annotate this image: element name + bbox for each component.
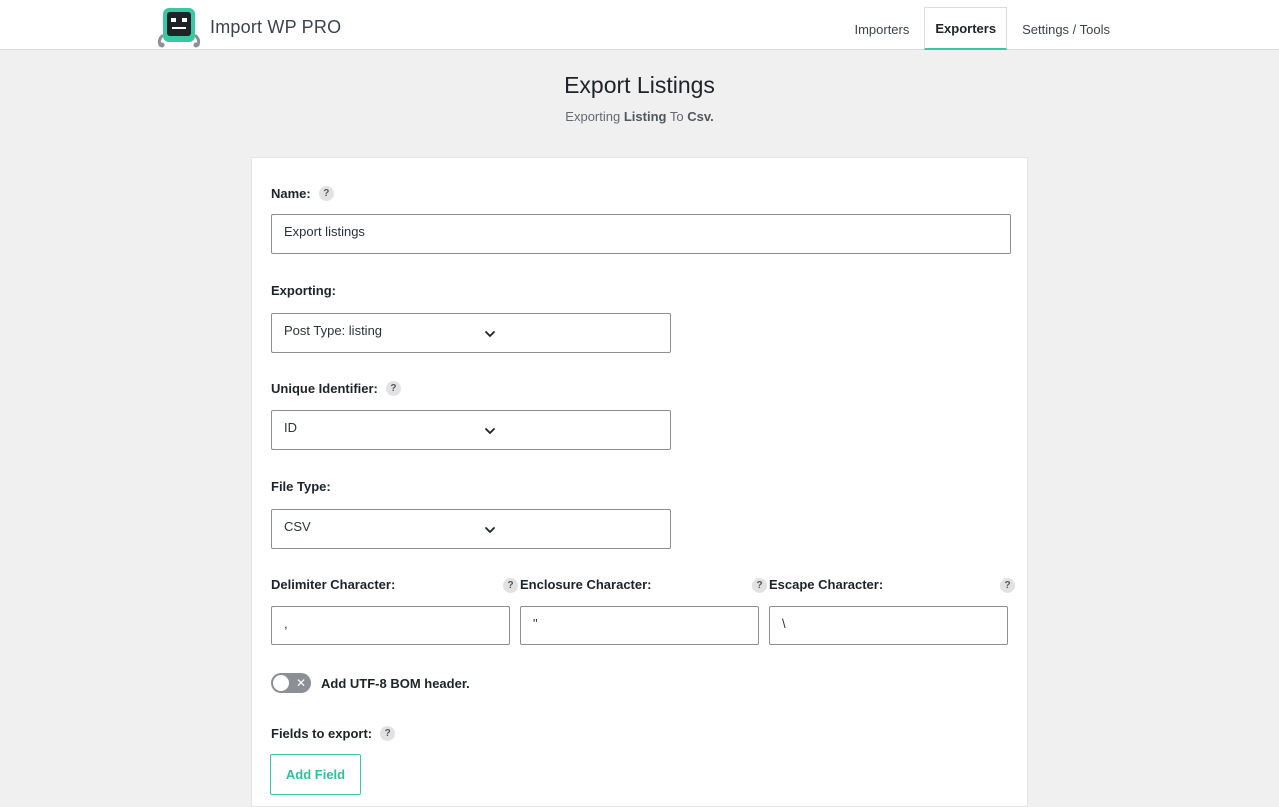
bom-label-text: Add UTF-8 BOM header. [321,676,470,691]
delimiter-help-icon[interactable]: ? [503,578,518,593]
escape-input-value: \ [782,616,786,631]
unique-identifier-label-text: Unique Identifier: [271,381,378,396]
file-type-label: File Type: [271,479,331,494]
enclosure-label-text: Enclosure Character: [520,577,652,592]
file-type-select-value: CSV [284,519,311,534]
page-title: Export Listings [564,72,715,98]
escape-help-icon[interactable]: ? [1000,578,1015,593]
enclosure-input-value: " [533,616,538,631]
escape-input[interactable]: \ [769,606,1008,645]
fields-to-export-label-text: Fields to export: [271,726,373,741]
escape-label-text: Escape Character: [769,577,884,592]
brand[interactable]: Import WP PRO [156,6,341,48]
unique-identifier-select-value: ID [284,420,297,435]
delimiter-label-text: Delimiter Character: [271,577,396,592]
fields-help-icon[interactable]: ? [380,726,396,741]
unique-identifier-help-icon[interactable]: ? [385,381,401,396]
file-type-select[interactable]: CSV [271,509,671,549]
subtitle-entity: Listing [623,109,667,124]
nav-settings-tools[interactable]: Settings / Tools [1011,7,1121,50]
nav-importers[interactable]: Importers [843,7,920,50]
export-form-card: Name: ? Export listings Exporting: Post … [251,157,1028,807]
delimiter-input-value: , [284,616,288,631]
exporting-select-value: Post Type: listing [284,323,383,338]
name-input[interactable]: Export listings [271,214,1011,254]
name-label-text: Name: [271,186,311,201]
chevron-down-icon [485,527,495,533]
exporting-select[interactable]: Post Type: listing [271,313,671,353]
enclosure-input[interactable]: " [520,606,759,645]
enclosure-label: Enclosure Character: [520,577,652,592]
name-help-icon[interactable]: ? [318,186,334,201]
page-subtitle: Exporting Listing To Csv. [0,109,1279,124]
toggle-knob [273,675,289,691]
exporting-label-text: Exporting: [271,283,336,298]
subtitle-prefix: Exporting [565,109,621,124]
subtitle-format: Csv. [687,109,714,124]
delimiter-label: Delimiter Character: [271,577,395,592]
file-type-label-text: File Type: [271,479,331,494]
robot-icon [156,6,202,48]
unique-identifier-label: Unique Identifier: ? [271,381,401,396]
nav-exporters[interactable]: Exporters [924,7,1008,50]
bom-toggle[interactable]: ✕ [271,673,311,693]
enclosure-help-icon[interactable]: ? [752,578,767,593]
bom-label: Add UTF-8 BOM header. [321,676,470,691]
add-field-button[interactable]: Add Field [270,754,361,795]
main-nav: Importers Exporters Settings / Tools [839,7,1121,50]
escape-label: Escape Character: [769,577,883,592]
exporting-label: Exporting: [271,283,336,298]
fields-to-export-label: Fields to export: ? [271,726,396,741]
delimiter-input[interactable]: , [271,606,510,645]
unique-identifier-select[interactable]: ID [271,410,671,450]
top-bar: Import WP PRO Importers Exporters Settin… [0,0,1279,50]
subtitle-mid: To [669,109,684,124]
name-input-value: Export listings [284,224,365,239]
chevron-down-icon [485,428,495,434]
chevron-down-icon [485,331,495,337]
close-icon: ✕ [295,676,306,690]
name-label: Name: ? [271,186,334,201]
brand-name: Import WP PRO [210,16,342,37]
